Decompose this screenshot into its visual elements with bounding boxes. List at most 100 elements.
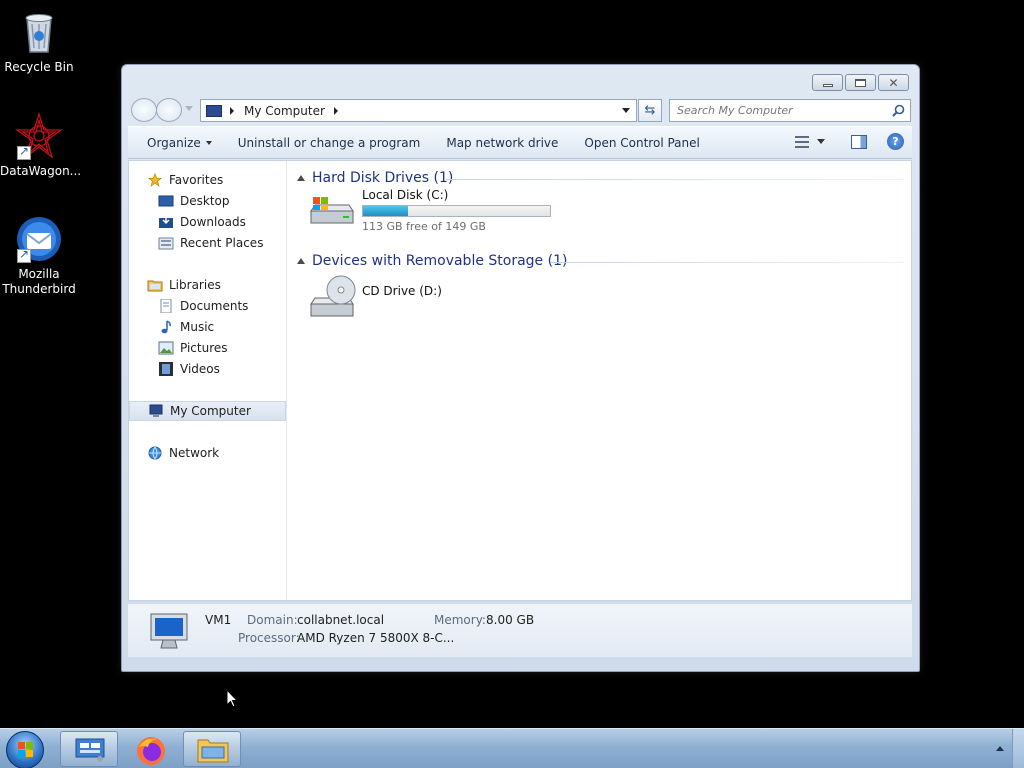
- desktop-icon-label: DataWagon...: [0, 164, 82, 178]
- nav-item-documents[interactable]: Documents: [129, 296, 286, 316]
- music-note-icon: [161, 320, 171, 334]
- nav-item-label: Libraries: [169, 278, 221, 292]
- search-box[interactable]: [669, 99, 911, 122]
- drive-label: CD Drive (D:): [362, 284, 442, 298]
- computer-icon: [149, 404, 163, 417]
- nav-item-label: Videos: [180, 362, 220, 376]
- explorer-window: ✕ My Computer ⇆ Organize: [121, 64, 920, 672]
- address-dropdown-icon[interactable]: [622, 108, 630, 113]
- network-globe-icon: [148, 446, 162, 460]
- back-button[interactable]: [131, 98, 157, 122]
- maximize-icon: [855, 78, 866, 87]
- windows-logo-icon: [18, 742, 33, 757]
- show-desktop-button[interactable]: [1012, 729, 1024, 768]
- nav-item-desktop[interactable]: Desktop: [129, 191, 286, 211]
- address-bar[interactable]: My Computer: [200, 99, 637, 122]
- group-divider: [551, 262, 903, 263]
- refresh-icon: ⇆: [644, 103, 656, 118]
- nav-item-downloads[interactable]: Downloads: [129, 212, 286, 232]
- forward-button[interactable]: [156, 98, 182, 122]
- change-view-icon[interactable]: [795, 135, 811, 149]
- desktop-icon-thunderbird[interactable]: Mozilla Thunderbird: [0, 215, 78, 297]
- close-button[interactable]: ✕: [878, 74, 909, 91]
- domain-value: collabnet.local: [297, 613, 385, 627]
- desktop-icon-datawagon[interactable]: DataWagon...: [0, 111, 82, 179]
- nav-item-recent-places[interactable]: Recent Places: [129, 233, 286, 253]
- window-caption-buttons: ✕: [812, 74, 909, 91]
- search-input[interactable]: [677, 104, 877, 117]
- nav-item-videos[interactable]: Videos: [129, 359, 286, 379]
- taskbar: [0, 728, 1024, 768]
- taskbar-firefox-button[interactable]: [121, 731, 179, 767]
- nav-item-my-computer[interactable]: My Computer: [129, 401, 286, 421]
- minimize-icon: [822, 84, 833, 87]
- shortcut-arrow-icon: [17, 247, 31, 263]
- recent-places-icon: [158, 237, 174, 250]
- group-header-removable[interactable]: Devices with Removable Storage (1): [297, 253, 567, 269]
- memory-label: Memory:: [434, 613, 486, 627]
- map-network-drive-button[interactable]: Map network drive: [433, 136, 571, 150]
- nav-item-label: Network: [169, 446, 220, 460]
- downloads-folder-icon: [159, 215, 173, 228]
- organize-label: Organize: [147, 135, 201, 150]
- close-icon: ✕: [888, 75, 899, 90]
- start-button[interactable]: [6, 731, 44, 768]
- nav-item-music[interactable]: Music: [129, 317, 286, 337]
- nav-item-network[interactable]: Network: [129, 443, 286, 463]
- breadcrumb-arrow-icon[interactable]: [333, 106, 338, 115]
- breadcrumb-my-computer[interactable]: My Computer: [244, 104, 325, 118]
- nav-item-pictures[interactable]: Pictures: [129, 338, 286, 358]
- taskbar-explorer-button[interactable]: [183, 731, 241, 767]
- drive-label: Local Disk (C:): [362, 188, 449, 202]
- memory-value: 8.00 GB: [486, 613, 535, 627]
- drive-local-disk-c[interactable]: Local Disk (C:) 113 GB free of 149 GB: [307, 188, 551, 233]
- drive-usage-fill: [363, 206, 408, 216]
- group-divider: [446, 179, 903, 180]
- minimize-button[interactable]: [812, 74, 843, 91]
- desktop-icon-recycle-bin[interactable]: Recycle Bin: [0, 8, 78, 75]
- firefox-icon: [137, 737, 165, 765]
- group-title: Devices with Removable Storage (1): [312, 253, 568, 269]
- nav-item-label: Downloads: [180, 215, 246, 229]
- group-header-hard-disk[interactable]: Hard Disk Drives (1): [297, 170, 453, 186]
- uninstall-program-button[interactable]: Uninstall or change a program: [225, 136, 434, 150]
- chevron-down-icon: [205, 141, 212, 145]
- breadcrumb-arrow-icon[interactable]: [230, 106, 234, 115]
- computer-icon: [206, 104, 222, 117]
- desktop-folder-icon: [158, 195, 174, 207]
- command-bar: Organize Uninstall or change a program M…: [128, 126, 912, 159]
- help-icon[interactable]: ?: [887, 133, 904, 150]
- cd-drive-icon: [310, 275, 356, 317]
- view-options-dropdown-icon[interactable]: [817, 139, 825, 144]
- nav-item-favorites[interactable]: Favorites: [129, 170, 286, 190]
- nav-item-label: My Computer: [170, 404, 251, 418]
- drive-cd-d[interactable]: CD Drive (D:): [307, 274, 442, 322]
- details-pane: VM1 Domain: collabnet.local Memory: 8.00…: [128, 603, 912, 657]
- maximize-button[interactable]: [845, 74, 876, 91]
- main-pane: Hard Disk Drives (1) Local Disk (C:) 113…: [289, 161, 911, 600]
- processor-label: Processor:: [238, 631, 300, 645]
- nav-item-label: Favorites: [169, 173, 224, 187]
- preview-pane-icon[interactable]: [851, 134, 867, 149]
- shortcut-arrow-icon: [17, 144, 31, 160]
- nav-item-label: Pictures: [180, 341, 228, 355]
- show-hidden-icons-icon[interactable]: [996, 746, 1004, 751]
- open-control-panel-button[interactable]: Open Control Panel: [571, 136, 712, 150]
- datawagon-icon: [14, 111, 64, 160]
- refresh-button[interactable]: ⇆: [638, 99, 662, 122]
- nav-item-label: Documents: [180, 299, 249, 313]
- recent-pages-dropdown-icon[interactable]: [185, 106, 193, 111]
- address-row: My Computer ⇆: [129, 96, 911, 124]
- libraries-icon: [147, 280, 163, 292]
- folder-icon: [197, 739, 229, 763]
- videos-film-icon: [159, 362, 173, 376]
- organize-button[interactable]: Organize: [134, 136, 225, 150]
- thunderbird-icon: [15, 215, 63, 263]
- nav-item-label: Recent Places: [180, 236, 264, 250]
- search-icon[interactable]: [892, 104, 905, 117]
- pictures-icon: [158, 341, 174, 355]
- documents-icon: [160, 299, 172, 313]
- nav-item-libraries[interactable]: Libraries: [129, 275, 286, 295]
- taskbar-server-manager-button[interactable]: [60, 731, 118, 767]
- nav-item-label: Desktop: [180, 194, 230, 208]
